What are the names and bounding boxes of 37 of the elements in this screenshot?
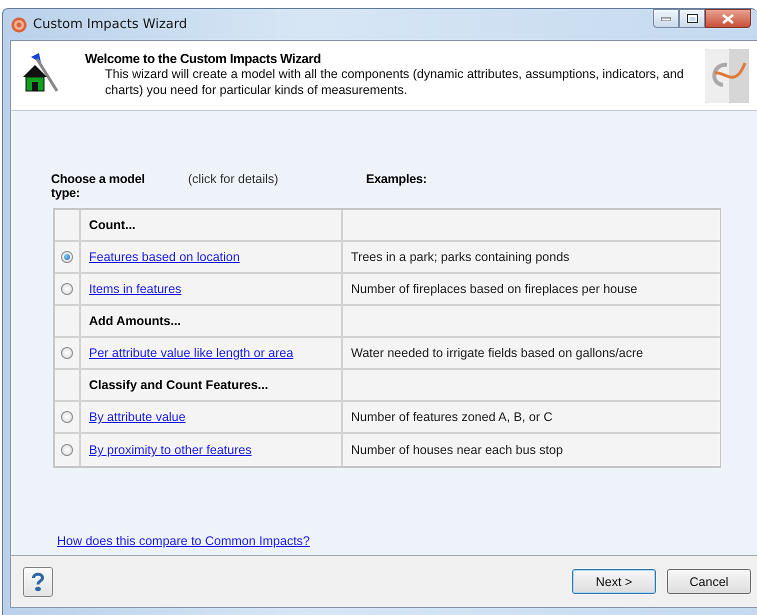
app-logo-icon bbox=[11, 16, 27, 32]
example-text: Number of houses near each bus stop bbox=[351, 443, 563, 457]
compare-link[interactable]: How does this compare to Common Impacts? bbox=[57, 534, 310, 548]
help-icon bbox=[31, 572, 45, 592]
header-description: This wizard will create a model with all the components (dynamic attributes, assumptions, indicators, and charts) you need for particular kinds of measurements. bbox=[105, 66, 685, 98]
hint-text: (click for details) bbox=[188, 172, 280, 188]
radio-button[interactable] bbox=[61, 444, 73, 456]
group-heading: Count... bbox=[89, 218, 136, 232]
model-type-link[interactable]: Items in features bbox=[89, 282, 182, 296]
model-type-link[interactable]: By proximity to other features bbox=[89, 443, 252, 457]
close-button[interactable] bbox=[705, 9, 751, 28]
choose-label: Choose a model type: bbox=[51, 172, 146, 200]
radio-button[interactable] bbox=[61, 251, 73, 263]
help-button[interactable] bbox=[23, 566, 53, 596]
maximize-button[interactable] bbox=[679, 9, 705, 28]
minimize-icon bbox=[661, 16, 671, 20]
close-icon bbox=[722, 14, 734, 24]
model-type-link[interactable]: Features based on location bbox=[89, 250, 240, 264]
cancel-button[interactable]: Cancel bbox=[667, 569, 751, 594]
radio-button[interactable] bbox=[61, 411, 73, 423]
window-title: Custom Impacts Wizard bbox=[33, 17, 188, 32]
example-text: Number of fireplaces based on fireplaces per house bbox=[351, 282, 638, 296]
group-heading: Add Amounts... bbox=[89, 314, 181, 328]
maximize-icon bbox=[686, 14, 698, 23]
examples-label: Examples: bbox=[366, 172, 427, 188]
example-text: Number of features zoned A, B, or C bbox=[351, 410, 552, 424]
header-title: Welcome to the Custom Impacts Wizard bbox=[85, 51, 322, 66]
model-type-link[interactable]: By attribute value bbox=[89, 410, 186, 424]
model-type-link[interactable]: Per attribute value like length or area bbox=[89, 346, 294, 360]
radio-button[interactable] bbox=[61, 283, 73, 295]
example-text: Trees in a park; parks containing ponds bbox=[351, 250, 570, 264]
minimize-button[interactable] bbox=[653, 9, 679, 28]
house-flag-icon bbox=[21, 51, 61, 95]
group-heading: Classify and Count Features... bbox=[89, 378, 268, 392]
next-button[interactable]: Next > bbox=[572, 569, 656, 594]
radio-button[interactable] bbox=[61, 347, 73, 359]
example-text: Water needed to irrigate fields based on gallons/acre bbox=[351, 346, 644, 360]
